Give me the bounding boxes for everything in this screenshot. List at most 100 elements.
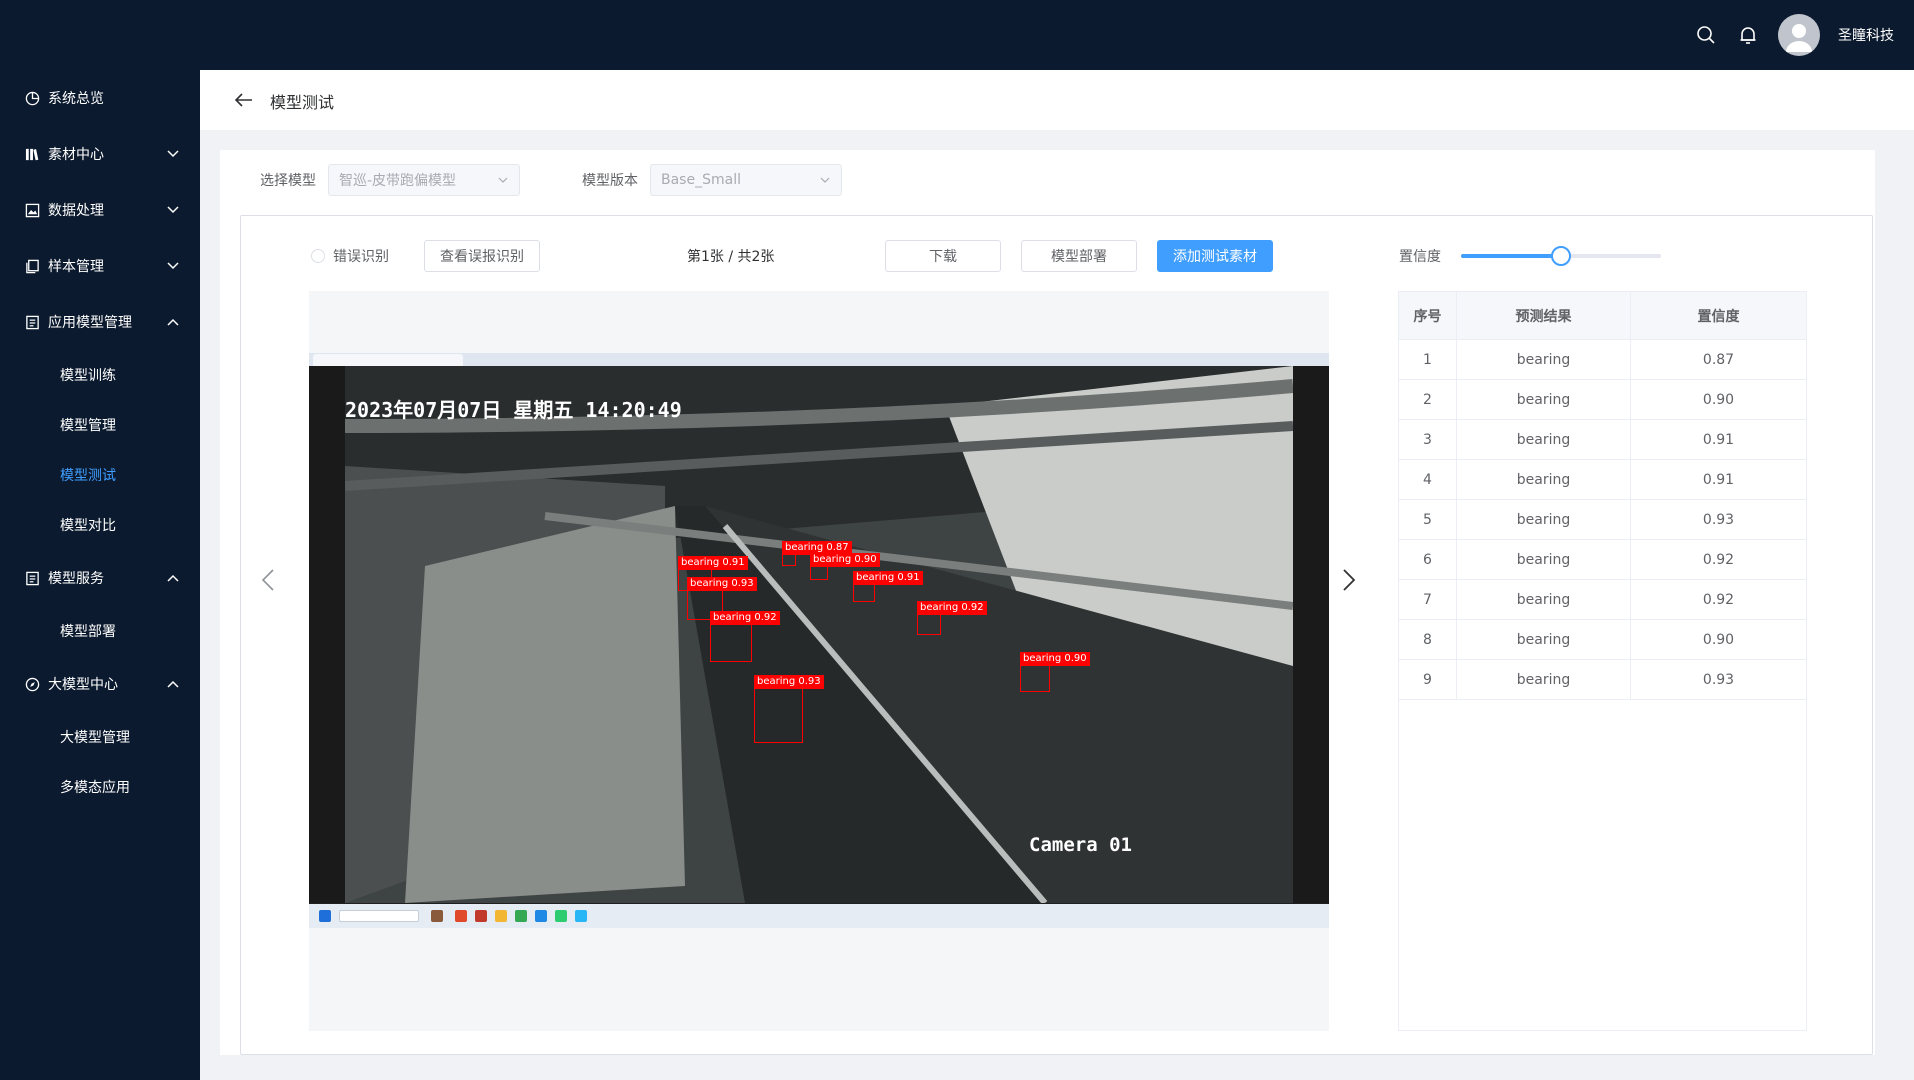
confidence-slider[interactable] [1461, 246, 1661, 266]
table-cell: 9 [1399, 660, 1457, 700]
sidebar-item-model-deploy[interactable]: 模型部署 [0, 611, 200, 651]
column-header: 置信度 [1697, 309, 1740, 325]
sidebar-item-model-comparison[interactable]: 模型对比 [0, 505, 200, 545]
sidebar-item-label: 素材中心 [48, 147, 104, 163]
model-select-value: 智巡-皮带跑偏模型 [339, 173, 457, 189]
table-row: 5 bearing 0.93 [1399, 500, 1806, 540]
add-test-material-button[interactable]: 添加测试素材 [1157, 240, 1273, 272]
sidebar-item-data-processing[interactable]: 数据处理 [0, 190, 200, 230]
image-viewer: 2023年07月07日 星期五 14:20:49 Camera 01 beari… [309, 291, 1329, 1031]
sidebar-item-samples[interactable]: 样本管理 [0, 246, 200, 286]
detection-label: bearing 0.92 [917, 601, 987, 615]
chevron-down-icon [166, 259, 180, 273]
chevron-up-icon [166, 677, 180, 691]
sidebar-item-app-model-mgmt[interactable]: 应用模型管理 [0, 302, 200, 342]
table-cell: 0.91 [1702, 472, 1735, 488]
copy-icon [24, 258, 40, 274]
table-header: 序号 预测结果 置信度 [1399, 292, 1806, 340]
sidebar-item-label: 系统总览 [48, 91, 104, 107]
detection-box: bearing 0.90 [1020, 652, 1090, 692]
sidebar-item-overview[interactable]: 系统总览 [0, 78, 200, 118]
table-row: 4 bearing 0.91 [1399, 460, 1806, 500]
document-icon [24, 314, 40, 330]
table-cell: 6 [1399, 540, 1457, 580]
chevron-down-icon [166, 147, 180, 161]
detection-label: bearing 0.93 [754, 675, 824, 689]
page-indicator: 第1张 / 共2张 [687, 249, 775, 265]
table-cell: bearing [1457, 500, 1631, 540]
table-cell: 1 [1399, 340, 1457, 380]
column-header: 预测结果 [1457, 292, 1631, 340]
table-row: 7 bearing 0.92 [1399, 580, 1806, 620]
sidebar-item-model-testing[interactable]: 模型测试 [0, 455, 200, 495]
version-select[interactable]: Base_Small [650, 164, 842, 196]
main-card: 选择模型 智巡-皮带跑偏模型 模型版本 Base_Small 错误识别 查看误报… [220, 150, 1875, 1055]
model-select-label: 选择模型 [260, 173, 316, 189]
table-cell: 5 [1399, 500, 1457, 540]
table-cell: 0.93 [1702, 672, 1735, 688]
search-icon[interactable] [1694, 23, 1718, 47]
test-image: 2023年07月07日 星期五 14:20:49 Camera 01 beari… [309, 353, 1329, 928]
previous-image-arrow-icon[interactable] [256, 564, 280, 596]
filter-bar: 选择模型 智巡-皮带跑偏模型 模型版本 Base_Small [260, 164, 842, 196]
detection-label: bearing 0.90 [810, 553, 880, 567]
sidebar-item-materials[interactable]: 素材中心 [0, 134, 200, 174]
sidebar-item-model-service[interactable]: 模型服务 [0, 558, 200, 598]
model-select[interactable]: 智巡-皮带跑偏模型 [328, 164, 520, 196]
table-cell: 7 [1399, 580, 1457, 620]
page-header: 模型测试 [200, 70, 1914, 130]
table-row: 3 bearing 0.91 [1399, 420, 1806, 460]
slider-fill [1461, 254, 1561, 258]
sidebar-item-multimodal-app[interactable]: 多模态应用 [0, 767, 200, 807]
back-arrow-icon[interactable] [234, 90, 254, 110]
camera-name: Camera 01 [1029, 834, 1132, 856]
sidebar-item-model-training[interactable]: 模型训练 [0, 355, 200, 395]
library-icon [24, 146, 40, 162]
column-header: 序号 [1399, 292, 1457, 340]
table-cell: 4 [1399, 460, 1457, 500]
table-cell: bearing [1457, 620, 1631, 660]
sidebar-item-llm-center[interactable]: 大模型中心 [0, 664, 200, 704]
detection-label: bearing 0.93 [687, 577, 757, 591]
table-row: 9 bearing 0.93 [1399, 660, 1806, 700]
sidebar-item-label: 模型训练 [60, 368, 116, 384]
table-row: 1 bearing 0.87 [1399, 340, 1806, 380]
username[interactable]: 圣瞳科技 [1838, 25, 1894, 45]
detection-label: bearing 0.91 [678, 556, 748, 570]
chevron-up-icon [166, 571, 180, 585]
table-cell: bearing [1457, 580, 1631, 620]
bell-icon[interactable] [1736, 23, 1760, 47]
sidebar-item-label: 数据处理 [48, 203, 104, 219]
sidebar-item-label: 模型服务 [48, 571, 104, 587]
version-select-label: 模型版本 [582, 173, 638, 189]
image-browser-tabbar [309, 353, 1329, 366]
sidebar: 系统总览 素材中心 数据处理 样本管理 应用模型管理 模型训练 模型管理 模型测… [0, 70, 200, 1080]
download-button[interactable]: 下载 [885, 240, 1001, 272]
detection-label: bearing 0.91 [853, 571, 923, 585]
page-title: 模型测试 [270, 93, 335, 112]
sidebar-item-label: 模型对比 [60, 518, 116, 534]
sidebar-item-model-management[interactable]: 模型管理 [0, 405, 200, 445]
detection-box: bearing 0.93 [754, 675, 824, 743]
detection-box: bearing 0.92 [917, 601, 987, 635]
camera-timestamp: 2023年07月07日 星期五 14:20:49 [345, 398, 682, 422]
camera-frame: 2023年07月07日 星期五 14:20:49 Camera 01 beari… [345, 366, 1293, 903]
table-cell: 0.92 [1702, 552, 1735, 568]
view-false-positives-button[interactable]: 查看误报识别 [424, 240, 540, 272]
sidebar-item-llm-management[interactable]: 大模型管理 [0, 717, 200, 757]
sidebar-item-label: 模型测试 [60, 468, 116, 484]
sidebar-item-label: 大模型管理 [60, 730, 130, 746]
detection-box: bearing 0.90 [810, 553, 880, 580]
pie-chart-icon [24, 90, 40, 106]
slider-thumb[interactable] [1551, 246, 1571, 266]
results-table: 序号 预测结果 置信度 1 bearing 0.87 2 bearing 0.90 3 bea… [1398, 291, 1807, 1031]
radio-circle[interactable] [311, 249, 325, 263]
table-row: 8 bearing 0.90 [1399, 620, 1806, 660]
next-image-arrow-icon[interactable] [1337, 564, 1361, 596]
error-recognition-radio[interactable]: 错误识别 [311, 240, 389, 272]
table-cell: bearing [1457, 660, 1631, 700]
user-avatar-icon[interactable] [1778, 14, 1820, 56]
confidence-label: 置信度 [1399, 249, 1441, 265]
model-deploy-button[interactable]: 模型部署 [1021, 240, 1137, 272]
detection-box: bearing 0.91 [853, 571, 923, 602]
